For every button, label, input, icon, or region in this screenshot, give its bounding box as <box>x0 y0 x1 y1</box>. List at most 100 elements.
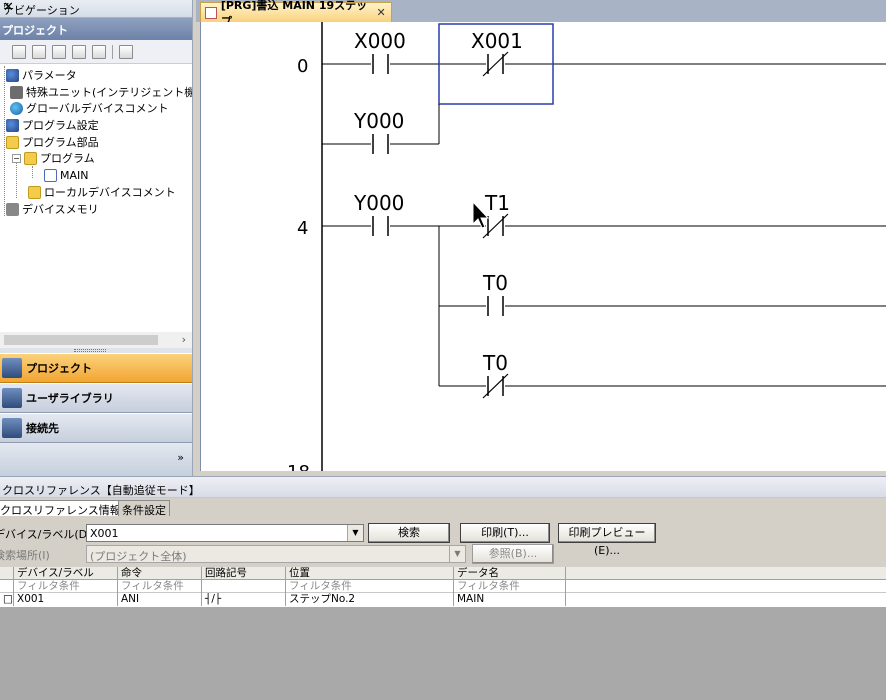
property-icon[interactable] <box>72 44 86 59</box>
device-combobox[interactable]: X001 ▼ <box>86 524 364 542</box>
tree-item-global-comment[interactable]: グローバルデバイスコメント <box>10 100 169 116</box>
splitter-grip[interactable] <box>74 349 106 352</box>
grid-header-position[interactable]: 位置 <box>286 567 454 580</box>
cross-reference-tabs: クロスリファレンス情報表示 条件設定 <box>0 498 886 517</box>
filter-position[interactable]: フィルタ条件 <box>286 580 454 593</box>
tree-item-program-parts[interactable]: プログラム部品 <box>6 134 99 150</box>
globe-icon <box>10 101 23 115</box>
contact-label-x000: X000 <box>354 29 406 53</box>
delete-data-icon[interactable] <box>52 44 66 59</box>
browse-button[interactable]: 参照(B)... <box>472 544 554 564</box>
panel-button-user-library[interactable]: ユーザライブラリ <box>0 383 192 413</box>
chevron-down-icon[interactable]: ▼ <box>449 546 465 562</box>
editor-area: [PRG]書込 MAIN 19ステップ ✕ 0 X000 X001 Y000 4… <box>196 0 886 476</box>
tree-item-program[interactable]: プログラム <box>24 150 95 166</box>
tree-item-label: ローカルデバイスコメント <box>44 186 176 199</box>
tree-item-main[interactable]: MAIN <box>44 167 89 183</box>
tab-condition-settings[interactable]: 条件設定 <box>118 500 170 517</box>
contact-t0: T0 <box>482 271 508 316</box>
panel-more[interactable]: » <box>0 443 192 476</box>
cell-position[interactable]: ステップNo.2 <box>286 593 454 606</box>
tree-horizontal-scrollbar[interactable]: › <box>0 332 192 348</box>
search-button[interactable]: 検索 <box>368 523 450 543</box>
toolbar-separator <box>112 44 113 59</box>
navigation-title-bar: ナビゲーション ꟸ ✕ <box>0 0 192 18</box>
filter-data-name[interactable]: フィルタ条件 <box>454 580 566 593</box>
grid-header-instruction[interactable]: 命令 <box>118 567 202 580</box>
tree-item-label: グローバルデバイスコメント <box>26 102 169 115</box>
cross-reference-title-bar: クロスリファレンス【自動追従モード】 <box>0 476 886 498</box>
contact-label-t0-nc: T0 <box>482 351 508 375</box>
table-row[interactable]: □ X001 ANI ┤/├ ステップNo.2 MAIN <box>0 593 886 606</box>
sort-icon[interactable] <box>92 44 106 59</box>
filter-device[interactable]: フィルタ条件 <box>14 580 118 593</box>
tree-item-label: パラメータ <box>22 69 77 82</box>
cross-reference-grid: デバイス/ラベル 命令 回路記号 位置 データ名 フィルタ条件 フィルタ条件 フ… <box>0 567 886 607</box>
grid-header-symbol[interactable]: 回路記号 <box>202 567 286 580</box>
project-tree: パラメータ 特殊ユニット(インテリジェント機能ユニ グローバルデバイスコメント … <box>0 66 192 332</box>
step-number-0: 0 <box>297 56 308 77</box>
grid-header-data-name[interactable]: データ名 <box>454 567 566 580</box>
connection-icon <box>2 418 22 438</box>
close-icon[interactable]: ✕ <box>375 7 387 19</box>
panel-button-project[interactable]: プロジェクト <box>0 353 192 383</box>
editor-tab-bar: [PRG]書込 MAIN 19ステップ ✕ <box>196 0 886 28</box>
contact-label-y000: Y000 <box>353 109 404 133</box>
cell-symbol[interactable]: ┤/├ <box>202 593 286 606</box>
tree-item-label: デバイスメモリ <box>22 203 99 216</box>
close-icon[interactable]: ✕ <box>3 0 186 15</box>
collapse-icon[interactable]: − <box>12 154 21 163</box>
panel-button-label: ユーザライブラリ <box>26 392 114 405</box>
tree-item-label: プログラム <box>40 152 95 165</box>
folder-icon <box>6 135 19 149</box>
cross-reference-title: クロスリファレンス【自動追従モード】 <box>2 484 200 497</box>
grid-header-row: デバイス/ラベル 命令 回路記号 位置 データ名 <box>0 567 886 580</box>
filter-symbol[interactable] <box>202 580 286 593</box>
grid-filter-row: フィルタ条件 フィルタ条件 フィルタ条件 フィルタ条件 <box>0 580 886 593</box>
filter-instruction[interactable]: フィルタ条件 <box>118 580 202 593</box>
program-settings-icon <box>6 118 19 132</box>
copy-data-icon[interactable] <box>32 44 46 59</box>
device-combobox-value: X001 <box>90 527 119 540</box>
display-options-icon[interactable] <box>119 44 133 59</box>
row-indicator-icon: □ <box>0 593 14 606</box>
new-data-icon[interactable] <box>12 44 26 59</box>
cell-instruction[interactable]: ANI <box>118 593 202 606</box>
tree-item-device-memory[interactable]: デバイスメモリ <box>6 201 99 217</box>
ladder-canvas[interactable]: 0 X000 X001 Y000 4 Y000 T1 T0 T0 <box>200 22 886 471</box>
tab-main[interactable]: [PRG]書込 MAIN 19ステップ ✕ <box>200 0 392 28</box>
print-preview-button[interactable]: 印刷プレビュー(E)... <box>558 523 656 557</box>
chevron-double-down-icon[interactable]: » <box>177 451 184 464</box>
grid-header-device[interactable]: デバイス/ラベル <box>14 567 118 580</box>
tree-item-program-settings[interactable]: プログラム設定 <box>6 117 99 133</box>
navigation-pane: ナビゲーション ꟸ ✕ プロジェクト パラメータ 特殊ユニット(インテリジェント… <box>0 0 193 476</box>
tree-guide-line <box>16 158 17 198</box>
search-location-caption: 検索場所(I) <box>0 549 50 562</box>
search-location-combobox[interactable]: (プロジェクト全体) ▼ <box>86 545 466 563</box>
search-location-value: (プロジェクト全体) <box>90 550 187 563</box>
device-label-caption: デバイス/ラベル(D) <box>0 528 92 541</box>
contact-t1-nc: T1 <box>482 191 510 239</box>
contact-y000-parallel: Y000 <box>353 109 404 154</box>
tree-item-local-comment[interactable]: ローカルデバイスコメント <box>28 184 176 200</box>
tree-item-label: プログラム部品 <box>22 136 99 149</box>
contact-x001-nc: X001 <box>471 29 523 77</box>
panel-button-connection[interactable]: 接続先 <box>0 413 192 443</box>
comment-icon <box>28 185 41 199</box>
cell-device[interactable]: X001 <box>14 593 118 606</box>
tab-label: 条件設定 <box>122 504 166 517</box>
contact-label-y000-rung4: Y000 <box>353 191 404 215</box>
contact-t0-nc: T0 <box>482 351 509 399</box>
chevron-down-icon[interactable]: ▼ <box>347 525 363 541</box>
tree-item-parameter[interactable]: パラメータ <box>6 67 77 83</box>
tree-item-special-unit[interactable]: 特殊ユニット(インテリジェント機能ユニ <box>10 84 192 100</box>
ladder-diagram[interactable]: 0 X000 X001 Y000 4 Y000 T1 T0 T0 <box>201 22 886 471</box>
chevron-right-icon[interactable]: › <box>182 333 186 346</box>
contact-x000: X000 <box>354 29 406 74</box>
cell-data-name[interactable]: MAIN <box>454 593 566 606</box>
ladder-icon <box>44 168 57 182</box>
grid-filter-corner <box>0 580 14 593</box>
cross-reference-pane: クロスリファレンス【自動追従モード】 クロスリファレンス情報表示 条件設定 デバ… <box>0 476 886 700</box>
scrollbar-thumb[interactable] <box>4 335 158 345</box>
print-button[interactable]: 印刷(T)... <box>460 523 550 543</box>
